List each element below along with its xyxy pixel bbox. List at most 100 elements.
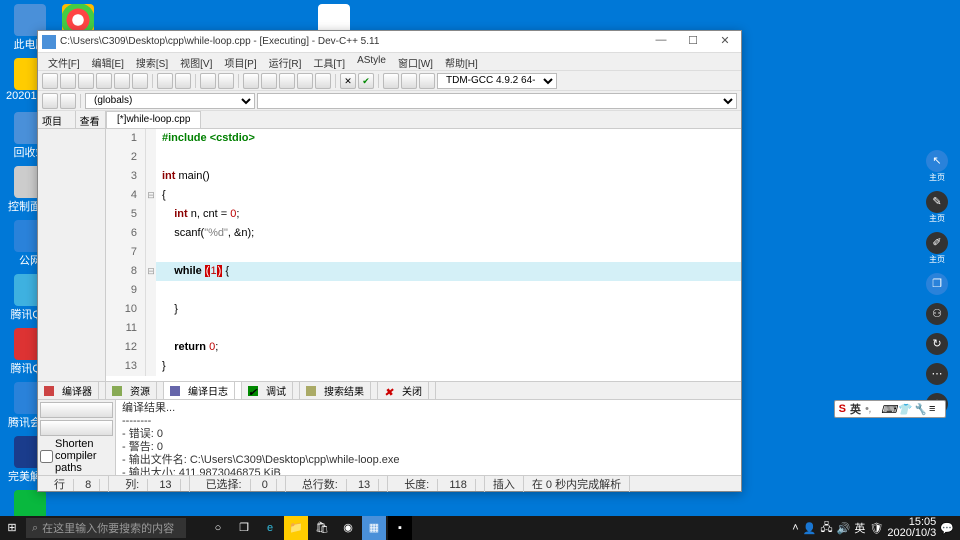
separator [378, 74, 379, 88]
close-file-icon[interactable] [114, 73, 130, 89]
menubar: 文件[F] 编辑[E] 搜索[S] 视图[V] 项目[P] 运行[R] 工具[T… [38, 53, 741, 71]
file-tab[interactable]: [*]while-loop.cpp [106, 111, 201, 128]
float-more-icon[interactable]: ⋯ [926, 363, 948, 385]
menu-help[interactable]: 帮助[H] [439, 53, 484, 70]
function-select[interactable] [257, 93, 737, 109]
menu-edit[interactable]: 编辑[E] [86, 53, 130, 70]
clear-button[interactable] [40, 420, 113, 436]
separator [238, 74, 239, 88]
task-view-icon[interactable]: ❐ [232, 516, 256, 540]
task-store-icon[interactable]: 🛍 [310, 516, 334, 540]
separator [195, 74, 196, 88]
code-editor[interactable]: 1#include <cstdio> 2 3int main() 4⊟{ 5 i… [106, 129, 741, 381]
menu-window[interactable]: 窗口[W] [392, 53, 439, 70]
toolbar-main: ✕ ✔ TDM-GCC 4.9.2 64-bit Release [38, 71, 741, 91]
tabs-row: 项目管理 查看类 [*]while-loop.cpp [38, 111, 741, 129]
tray-shield-icon[interactable]: 🛡 [869, 522, 883, 535]
window-title: C:\Users\C309\Desktop\cpp\while-loop.cpp… [60, 36, 649, 47]
menu-project[interactable]: 项目[P] [218, 53, 262, 70]
notification-icon[interactable]: 💬 [940, 522, 954, 535]
undo-icon[interactable] [157, 73, 173, 89]
tray-up-icon[interactable]: ˄ [792, 522, 798, 534]
toolbar-nav: (globals) [38, 91, 741, 111]
debug-icon[interactable] [315, 73, 331, 89]
redo-icon[interactable] [175, 73, 191, 89]
compile-icon[interactable] [243, 73, 259, 89]
app-icon [42, 35, 56, 49]
print-icon[interactable] [132, 73, 148, 89]
tab-debug[interactable]: ✔调试 [242, 382, 300, 399]
compile-run-icon[interactable] [279, 73, 295, 89]
check-icon[interactable]: ✔ [358, 73, 374, 89]
float-refresh-icon[interactable]: ↻ [926, 333, 948, 355]
ime-keyboard-icon[interactable]: ⌨ [881, 403, 893, 415]
tab-classes[interactable]: 查看类 [76, 111, 106, 128]
menu-file[interactable]: 文件[F] [42, 53, 86, 70]
menu-astyle[interactable]: AStyle [351, 53, 392, 70]
ime-skin-icon[interactable]: 👕 [897, 403, 909, 415]
tab-close[interactable]: ✖关闭 [378, 382, 436, 399]
tray-ime-icon[interactable]: 英 [854, 520, 865, 536]
tab-compile-log[interactable]: 编译日志 [164, 382, 242, 399]
ime-menu-icon[interactable]: ≡ [929, 403, 941, 415]
saveall-icon[interactable] [96, 73, 112, 89]
goto-icon[interactable] [419, 73, 435, 89]
tab-project[interactable]: 项目管理 [38, 111, 76, 128]
ime-punct-icon[interactable]: •, [865, 403, 877, 415]
delete-profile-icon[interactable] [401, 73, 417, 89]
task-edge-icon[interactable]: e [258, 516, 282, 540]
tray-network-icon[interactable]: 🖧 [820, 519, 832, 538]
ime-toolbar[interactable]: S英 •, ⌨ 👕 🔧 ≡ [834, 400, 946, 418]
task-explorer-icon[interactable]: 📁 [284, 516, 308, 540]
compile-output[interactable]: 编译结果... -------- - 错误: 0 - 警告: 0 - 输出文件名… [116, 400, 741, 475]
task-devcpp-icon[interactable]: ▦ [362, 516, 386, 540]
save-icon[interactable] [78, 73, 94, 89]
side-panel [38, 129, 106, 381]
shorten-paths-check[interactable]: Shorten compiler paths [40, 438, 113, 474]
tab-search-results[interactable]: 搜索结果 [300, 382, 378, 399]
separator [152, 74, 153, 88]
globals-select[interactable]: (globals) [85, 93, 255, 109]
open-icon[interactable] [60, 73, 76, 89]
clock-date[interactable]: 2020/10/3 [887, 528, 936, 539]
float-window-icon[interactable]: ❐ [926, 273, 948, 295]
task-cmd-icon[interactable]: ▪ [388, 516, 412, 540]
tray-volume-icon[interactable]: 🔊 [837, 522, 851, 535]
float-group-icon[interactable]: ⚇ [926, 303, 948, 325]
bottom-tabs: 编译器 资源 编译日志 ✔调试 搜索结果 ✖关闭 [38, 381, 741, 399]
menu-search[interactable]: 搜索[S] [130, 53, 174, 70]
run-icon[interactable] [261, 73, 277, 89]
task-chrome-icon[interactable]: ◉ [336, 516, 360, 540]
task-cortana-icon[interactable]: ○ [206, 516, 230, 540]
minimize-button[interactable]: — [649, 34, 673, 50]
maximize-button[interactable]: ☐ [681, 34, 705, 50]
float-brush-icon[interactable]: ✐ [926, 232, 948, 254]
tab-compiler[interactable]: 编译器 [38, 382, 106, 399]
profile-icon[interactable] [383, 73, 399, 89]
close-button[interactable]: ✕ [713, 34, 737, 50]
menu-tools[interactable]: 工具[T] [307, 53, 351, 70]
menu-run[interactable]: 运行[R] [263, 53, 308, 70]
tab-resources[interactable]: 资源 [106, 382, 164, 399]
float-pen-icon[interactable]: ✎ [926, 191, 948, 213]
ime-tool-icon[interactable]: 🔧 [913, 403, 925, 415]
new-icon[interactable] [42, 73, 58, 89]
float-cursor-icon[interactable]: ↖ [926, 150, 948, 172]
search-icon: ⌕ [32, 522, 38, 535]
replace-icon[interactable] [218, 73, 234, 89]
compiler-select[interactable]: TDM-GCC 4.9.2 64-bit Release [437, 73, 557, 89]
search-box[interactable]: ⌕ 在这里输入你要搜索的内容 [26, 518, 186, 538]
find-icon[interactable] [200, 73, 216, 89]
start-button[interactable]: ⊞ [0, 516, 24, 540]
main-area: 1#include <cstdio> 2 3int main() 4⊟{ 5 i… [38, 129, 741, 381]
tray-people-icon[interactable]: 👤 [803, 522, 817, 535]
rebuild-icon[interactable] [297, 73, 313, 89]
menu-view[interactable]: 视图[V] [174, 53, 218, 70]
titlebar: C:\Users\C309\Desktop\cpp\while-loop.cpp… [38, 31, 741, 53]
forward-icon[interactable] [60, 93, 76, 109]
compile-left: Shorten compiler paths [38, 400, 116, 475]
compile-panel: Shorten compiler paths 编译结果... -------- … [38, 399, 741, 475]
back-icon[interactable] [42, 93, 58, 109]
abort-button[interactable] [40, 402, 113, 418]
stop-icon[interactable]: ✕ [340, 73, 356, 89]
